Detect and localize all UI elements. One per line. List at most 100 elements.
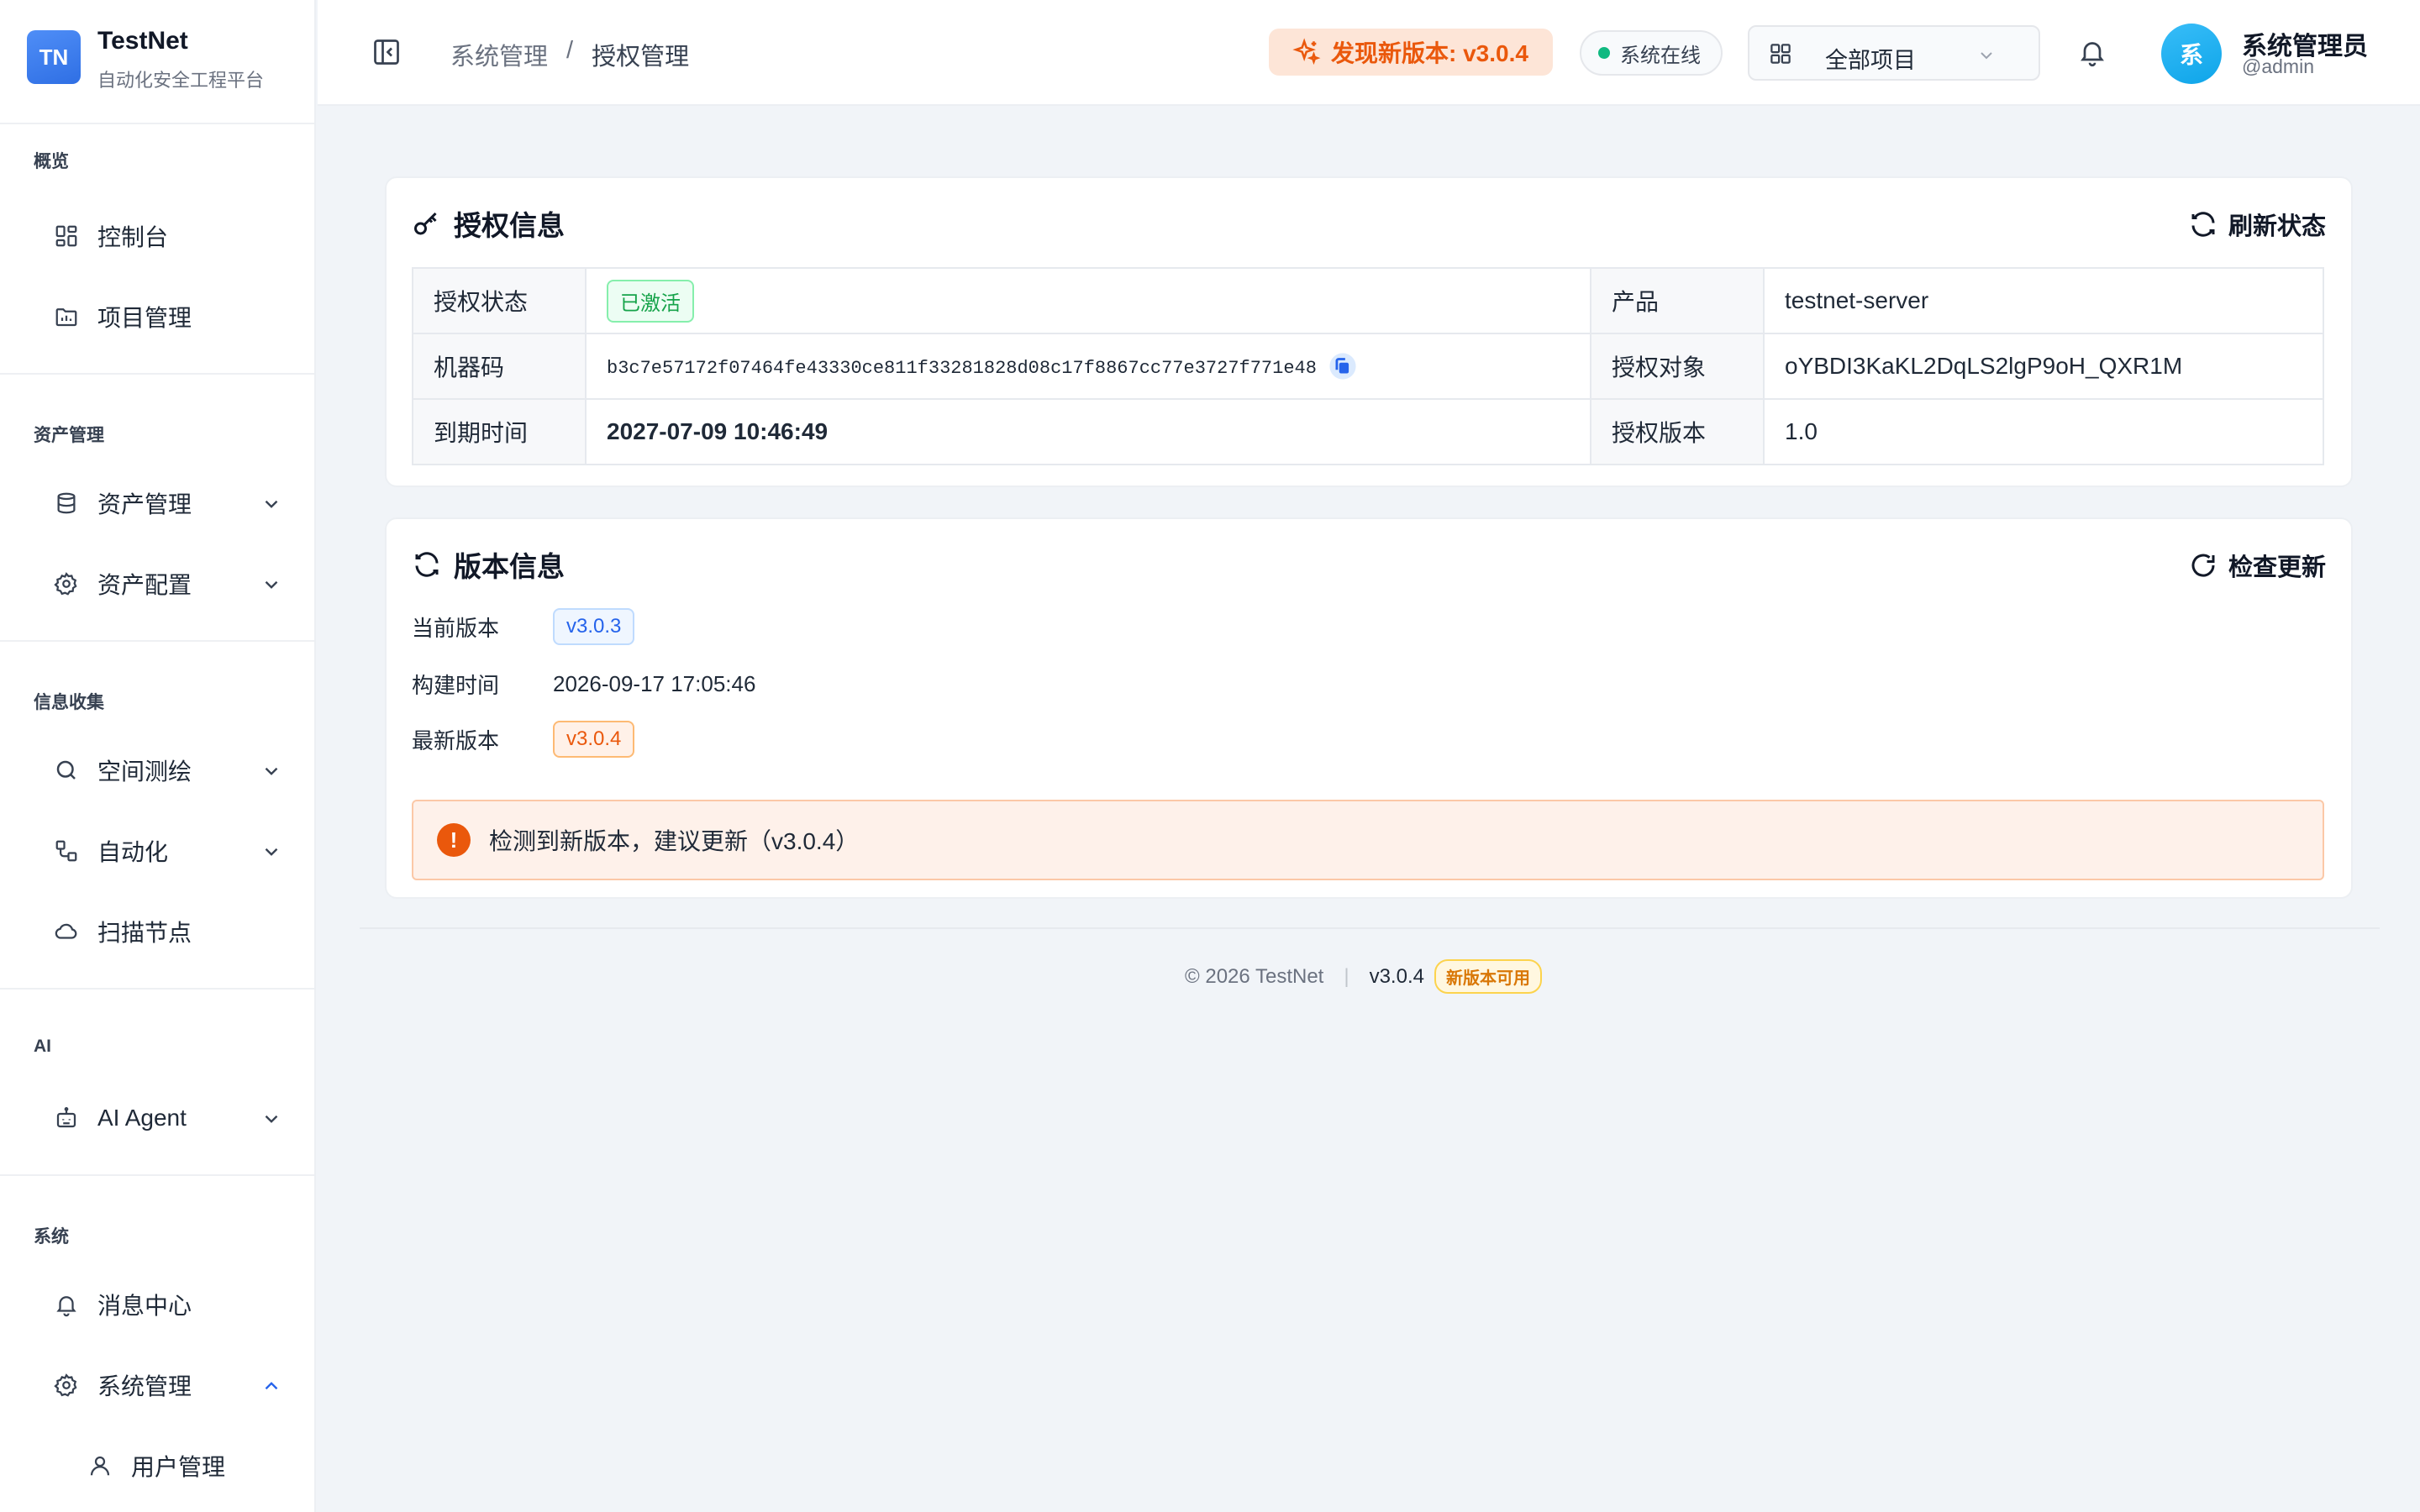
latest-version-badge: v3.0.4 — [553, 721, 635, 758]
expiry-value: 2027-07-09 10:46:49 — [585, 398, 1591, 465]
sidebar-item-label: 自动化 — [97, 839, 169, 865]
sidebar-item-label: 控制台 — [97, 224, 169, 250]
breadcrumb-item-system[interactable]: 系统管理 — [450, 37, 548, 72]
check-update-label: 检查更新 — [2228, 554, 2326, 581]
license-status-key: 授权状态 — [412, 267, 587, 334]
license-card: 授权信息 刷新状态 授权状态 已激活 产品 testnet-server 机器码… — [385, 176, 2353, 487]
robot-icon — [56, 1107, 76, 1128]
sidebar-item-ai-agent[interactable]: AI Agent — [0, 1088, 314, 1148]
version-card-title: 版本信息 — [412, 544, 565, 585]
current-version-key: 当前版本 — [412, 615, 500, 641]
latest-version-row: 最新版本 v3.0.4 — [412, 721, 635, 758]
product-key: 产品 — [1590, 267, 1765, 334]
version-card: 版本信息 检查更新 当前版本 v3.0.3 构建时间 2026-09-17 17… — [385, 517, 2353, 899]
divider — [0, 373, 314, 375]
new-version-badge[interactable]: 发现新版本: v3.0.4 — [1269, 29, 1553, 76]
build-time-key: 构建时间 — [412, 673, 500, 698]
chevron-down-icon — [265, 500, 278, 508]
build-time-value: 2026-09-17 17:05:46 — [553, 671, 756, 696]
sidebar-item-label: AI Agent — [97, 1105, 187, 1131]
footer-new-version-badge[interactable]: 新版本可用 — [1434, 959, 1542, 994]
refresh-status-label: 刷新状态 — [2228, 213, 2326, 240]
sidebar-item-label: 空间测绘 — [97, 759, 192, 785]
folder-icon — [55, 308, 77, 327]
table-row: 到期时间 2027-07-09 10:46:49 授权版本 1.0 — [412, 398, 2324, 465]
update-alert: ! 检测到新版本，建议更新（v3.0.4） — [412, 800, 2324, 880]
top-header: 系统管理 / 授权管理 发现新版本: v3.0.4 系统在线 全部项目 系 系统… — [318, 0, 2420, 106]
sidebar-item-automation[interactable]: 自动化 — [0, 821, 314, 881]
user-icon — [90, 1456, 110, 1476]
chevron-down-icon — [1981, 52, 1992, 60]
footer-separator: | — [1344, 964, 1349, 988]
sidebar-item-user-management[interactable]: 用户管理 — [0, 1436, 314, 1496]
divider — [0, 123, 314, 124]
cloud-icon — [55, 923, 77, 939]
sidebar-item-label: 用户管理 — [131, 1454, 226, 1480]
bell-icon — [56, 1296, 76, 1317]
license-card-title: 授权信息 — [412, 203, 565, 244]
sidebar-item-message-center[interactable]: 消息中心 — [0, 1274, 314, 1335]
nav-group-title-system: 系统 — [34, 1227, 69, 1247]
key-icon — [414, 212, 437, 235]
refresh-icon — [2191, 212, 2215, 237]
check-update-button[interactable]: 检查更新 — [2188, 548, 2326, 583]
breadcrumb-separator: / — [566, 37, 574, 64]
breadcrumb: 系统管理 / 授权管理 — [450, 37, 689, 72]
sidebar-item-label: 资产管理 — [97, 491, 192, 517]
divider — [0, 1174, 314, 1176]
sidebar-item-projects[interactable]: 项目管理 — [0, 286, 314, 347]
table-row: 机器码 b3c7e57172f07464fe43330ce811f3328182… — [412, 333, 2324, 400]
search-icon — [56, 760, 76, 780]
dashboard-icon — [55, 225, 77, 247]
sidebar-item-label: 资产配置 — [97, 572, 192, 598]
sidebar: TN TestNet 自动化安全工程平台 概览 控制台 项目管理 资产管理 资产… — [0, 0, 316, 1512]
sidebar-item-scan-nodes[interactable]: 扫描节点 — [0, 901, 314, 962]
nav-group-title-assets: 资产管理 — [34, 426, 104, 445]
brand-logo: TN — [27, 30, 81, 84]
current-version-row: 当前版本 v3.0.3 — [412, 608, 635, 645]
brand[interactable]: TN TestNet 自动化安全工程平台 — [27, 27, 304, 91]
sidebar-item-dashboard[interactable]: 控制台 — [0, 206, 314, 266]
version-title-text: 版本信息 — [454, 551, 565, 582]
chevron-down-icon — [265, 848, 278, 856]
nav-group-title-ai: AI — [34, 1037, 51, 1056]
user-handle: @admin — [2242, 55, 2314, 77]
project-selector[interactable]: 全部项目 — [1748, 25, 2040, 81]
license-version-value: 1.0 — [1763, 398, 2324, 465]
sidebar-item-space-mapping[interactable]: 空间测绘 — [0, 740, 314, 801]
breadcrumb-item-current: 授权管理 — [592, 44, 690, 71]
notification-bell-icon[interactable] — [2077, 37, 2107, 67]
product-value: testnet-server — [1763, 267, 2324, 334]
avatar[interactable]: 系 — [2161, 24, 2222, 84]
sidebar-collapse-icon[interactable] — [371, 37, 402, 67]
brand-name: TestNet — [97, 27, 188, 55]
brand-subtitle: 自动化安全工程平台 — [97, 70, 265, 91]
sidebar-item-asset-management[interactable]: 资产管理 — [0, 473, 314, 533]
system-status-text: 系统在线 — [1620, 44, 1701, 67]
copy-icon[interactable] — [1328, 352, 1357, 381]
sidebar-item-asset-config[interactable]: 资产配置 — [0, 554, 314, 614]
sidebar-item-system-management[interactable]: 系统管理 — [0, 1355, 314, 1415]
new-version-text: 发现新版本: v3.0.4 — [1331, 40, 1528, 66]
machine-code-cell: b3c7e57172f07464fe43330ce811f33281828d08… — [585, 333, 1591, 400]
machine-code-key: 机器码 — [412, 333, 587, 400]
sync-icon — [415, 552, 439, 577]
license-status-value: 已激活 — [585, 267, 1591, 334]
project-selector-value: 全部项目 — [1825, 48, 1916, 73]
nav-group-title-overview: 概览 — [34, 152, 69, 171]
refresh-status-button[interactable]: 刷新状态 — [2188, 207, 2326, 242]
table-row: 授权状态 已激活 产品 testnet-server — [412, 267, 2324, 334]
grid-icon — [1770, 44, 1791, 64]
gear-icon — [54, 572, 77, 596]
rotate-icon — [2191, 554, 2215, 577]
online-dot-icon — [1598, 47, 1610, 59]
chevron-down-icon — [265, 767, 278, 775]
status-badge: 已激活 — [607, 279, 694, 323]
build-time-row: 构建时间 2026-09-17 17:05:46 — [412, 669, 755, 700]
gear-icon — [54, 1373, 77, 1397]
license-title-text: 授权信息 — [454, 210, 565, 241]
latest-version-key: 最新版本 — [412, 727, 500, 753]
warning-icon: ! — [437, 823, 471, 857]
system-status-badge: 系统在线 — [1580, 30, 1723, 76]
sidebar-item-label: 项目管理 — [97, 305, 192, 331]
